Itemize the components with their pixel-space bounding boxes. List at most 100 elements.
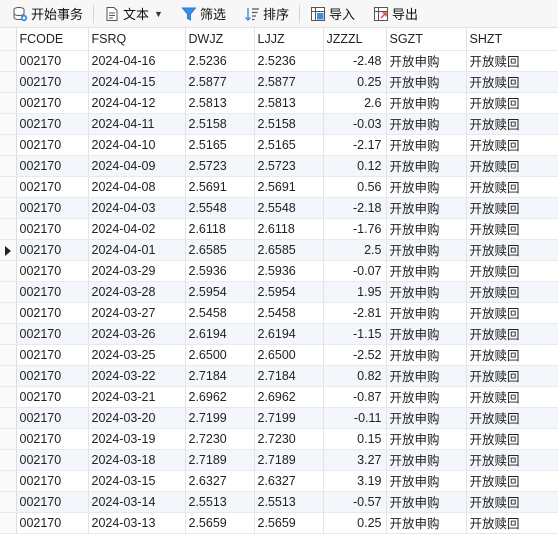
table-row[interactable]: 002170 2024-03-21 2.6962 2.6962 -0.87 开放申购 开放赎…	[0, 386, 558, 408]
table-row[interactable]: 002170 2024-04-02 2.6118 2.6118 -1.76 开放申购 开放赎…	[0, 218, 558, 240]
cell-fcode[interactable]: 002170	[16, 365, 89, 387]
cell-jzzzl[interactable]: -1.76	[323, 218, 387, 240]
cell-sgzt[interactable]: 开放申购	[386, 92, 467, 114]
cell-sgzt[interactable]: 开放申购	[386, 491, 467, 513]
cell-fcode[interactable]: 002170	[16, 155, 89, 177]
cell-jzzzl[interactable]: -2.17	[323, 134, 387, 156]
row-indicator[interactable]	[0, 260, 17, 282]
cell-fsrq[interactable]: 2024-03-26	[88, 323, 186, 345]
row-indicator[interactable]	[0, 512, 17, 534]
cell-shzt[interactable]: 开放赎回	[466, 365, 558, 387]
cell-sgzt[interactable]: 开放申购	[386, 512, 467, 534]
cell-shzt[interactable]: 开放赎回	[466, 512, 558, 534]
cell-dwjz[interactable]: 2.5165	[185, 134, 255, 156]
cell-dwjz[interactable]: 2.5513	[185, 491, 255, 513]
table-row[interactable]: 002170 2024-04-08 2.5691 2.5691 0.56 开放申购 开放赎回	[0, 176, 558, 198]
table-row[interactable]: 002170 2024-03-22 2.7184 2.7184 0.82 开放申购 开放赎回	[0, 365, 558, 387]
cell-fcode[interactable]: 002170	[16, 50, 89, 72]
column-header-shzt[interactable]: SHZT	[466, 28, 558, 51]
cell-ljjz[interactable]: 2.5158	[254, 113, 324, 135]
cell-dwjz[interactable]: 2.7189	[185, 449, 255, 471]
row-indicator[interactable]	[0, 50, 17, 72]
cell-fsrq[interactable]: 2024-03-28	[88, 281, 186, 303]
row-indicator[interactable]	[0, 281, 17, 303]
cell-jzzzl[interactable]: -2.18	[323, 197, 387, 219]
export-button[interactable]: 导出	[369, 2, 422, 26]
cell-sgzt[interactable]: 开放申购	[386, 71, 467, 93]
cell-fsrq[interactable]: 2024-03-15	[88, 470, 186, 492]
cell-ljjz[interactable]: 2.5936	[254, 260, 324, 282]
row-indicator[interactable]	[0, 407, 17, 429]
cell-sgzt[interactable]: 开放申购	[386, 386, 467, 408]
cell-ljjz[interactable]: 2.7230	[254, 428, 324, 450]
cell-ljjz[interactable]: 2.6194	[254, 323, 324, 345]
cell-jzzzl[interactable]: -0.87	[323, 386, 387, 408]
cell-sgzt[interactable]: 开放申购	[386, 407, 467, 429]
sort-button[interactable]: 排序	[240, 2, 293, 26]
column-header-fsrq[interactable]: FSRQ	[88, 28, 186, 51]
cell-shzt[interactable]: 开放赎回	[466, 449, 558, 471]
table-row[interactable]: 002170 2024-04-11 2.5158 2.5158 -0.03 开放申购 开放赎…	[0, 113, 558, 135]
table-row[interactable]: 002170 2024-03-13 2.5659 2.5659 0.25 开放申购 开放赎回	[0, 512, 558, 534]
cell-fsrq[interactable]: 2024-03-19	[88, 428, 186, 450]
cell-fcode[interactable]: 002170	[16, 260, 89, 282]
cell-jzzzl[interactable]: -2.48	[323, 50, 387, 72]
cell-fsrq[interactable]: 2024-04-10	[88, 134, 186, 156]
cell-jzzzl[interactable]: 0.82	[323, 365, 387, 387]
cell-dwjz[interactable]: 2.5954	[185, 281, 255, 303]
row-indicator[interactable]	[0, 176, 17, 198]
cell-fsrq[interactable]: 2024-03-25	[88, 344, 186, 366]
row-indicator[interactable]	[0, 239, 17, 261]
table-row[interactable]: 002170 2024-03-14 2.5513 2.5513 -0.57 开放申购 开放赎…	[0, 491, 558, 513]
cell-ljjz[interactable]: 2.5691	[254, 176, 324, 198]
cell-jzzzl[interactable]: 0.25	[323, 71, 387, 93]
cell-sgzt[interactable]: 开放申购	[386, 428, 467, 450]
cell-shzt[interactable]: 开放赎回	[466, 260, 558, 282]
row-indicator[interactable]	[0, 491, 17, 513]
cell-shzt[interactable]: 开放赎回	[466, 281, 558, 303]
cell-dwjz[interactable]: 2.5691	[185, 176, 255, 198]
table-row[interactable]: 002170 2024-03-20 2.7199 2.7199 -0.11 开放申购 开放赎…	[0, 407, 558, 429]
cell-shzt[interactable]: 开放赎回	[466, 92, 558, 114]
cell-dwjz[interactable]: 2.5659	[185, 512, 255, 534]
cell-fsrq[interactable]: 2024-03-21	[88, 386, 186, 408]
cell-fsrq[interactable]: 2024-03-27	[88, 302, 186, 324]
cell-jzzzl[interactable]: 0.15	[323, 428, 387, 450]
cell-shzt[interactable]: 开放赎回	[466, 239, 558, 261]
cell-fsrq[interactable]: 2024-04-16	[88, 50, 186, 72]
cell-jzzzl[interactable]: -0.07	[323, 260, 387, 282]
cell-shzt[interactable]: 开放赎回	[466, 428, 558, 450]
cell-fsrq[interactable]: 2024-04-15	[88, 71, 186, 93]
cell-fcode[interactable]: 002170	[16, 197, 89, 219]
cell-jzzzl[interactable]: 3.19	[323, 470, 387, 492]
cell-ljjz[interactable]: 2.6962	[254, 386, 324, 408]
filter-button[interactable]: 筛选	[177, 2, 230, 26]
cell-shzt[interactable]: 开放赎回	[466, 50, 558, 72]
cell-shzt[interactable]: 开放赎回	[466, 491, 558, 513]
cell-fcode[interactable]: 002170	[16, 92, 89, 114]
cell-shzt[interactable]: 开放赎回	[466, 155, 558, 177]
cell-ljjz[interactable]: 2.5659	[254, 512, 324, 534]
text-view-button[interactable]: 文本 ▼	[100, 2, 167, 26]
cell-jzzzl[interactable]: 0.56	[323, 176, 387, 198]
row-indicator[interactable]	[0, 92, 17, 114]
cell-dwjz[interactable]: 2.5236	[185, 50, 255, 72]
table-row[interactable]: 002170 2024-03-26 2.6194 2.6194 -1.15 开放申购 开放赎…	[0, 323, 558, 345]
cell-sgzt[interactable]: 开放申购	[386, 470, 467, 492]
cell-fcode[interactable]: 002170	[16, 239, 89, 261]
cell-fcode[interactable]: 002170	[16, 302, 89, 324]
cell-shzt[interactable]: 开放赎回	[466, 134, 558, 156]
cell-shzt[interactable]: 开放赎回	[466, 176, 558, 198]
row-indicator[interactable]	[0, 113, 17, 135]
cell-jzzzl[interactable]: 0.12	[323, 155, 387, 177]
cell-fcode[interactable]: 002170	[16, 281, 89, 303]
table-row[interactable]: 002170 2024-03-28 2.5954 2.5954 1.95 开放申购 开放赎回	[0, 281, 558, 303]
cell-ljjz[interactable]: 2.5548	[254, 197, 324, 219]
cell-fsrq[interactable]: 2024-04-12	[88, 92, 186, 114]
cell-dwjz[interactable]: 2.6585	[185, 239, 255, 261]
cell-jzzzl[interactable]: 2.5	[323, 239, 387, 261]
cell-dwjz[interactable]: 2.5813	[185, 92, 255, 114]
cell-sgzt[interactable]: 开放申购	[386, 134, 467, 156]
cell-sgzt[interactable]: 开放申购	[386, 218, 467, 240]
cell-fsrq[interactable]: 2024-04-09	[88, 155, 186, 177]
